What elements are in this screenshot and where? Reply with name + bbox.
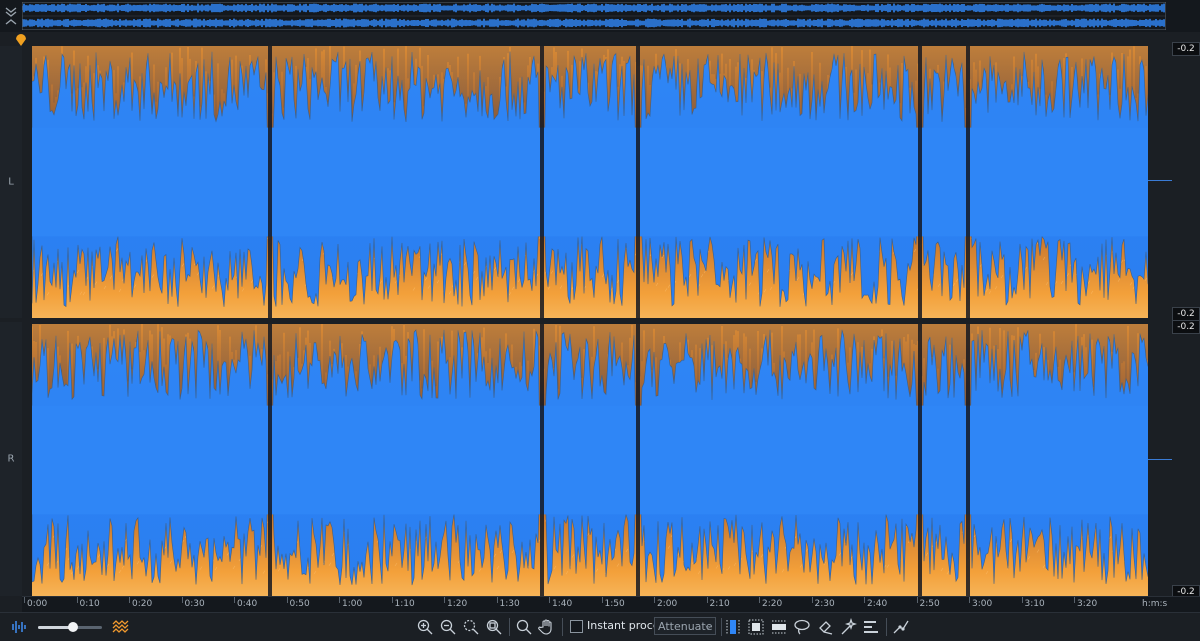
zoom-to-selection-icon[interactable]: [462, 618, 480, 636]
ruler-tick-label: 2:30: [814, 599, 835, 609]
ruler-tick: [864, 597, 865, 603]
lane-right: [22, 324, 1172, 596]
lane-left: [22, 46, 1172, 318]
ruler-tick-label: 0:40: [237, 599, 258, 609]
ruler-tick-label: 1:20: [447, 599, 468, 609]
spectrogram-view[interactable]: [22, 46, 1172, 596]
ruler-tick: [916, 597, 918, 603]
ruler-tick-label: 2:50: [919, 599, 940, 609]
ruler-tick: [654, 597, 655, 603]
ruler-tick: [129, 597, 130, 603]
waveform-view-icon[interactable]: [10, 618, 28, 636]
ruler-tick-label: 0:00: [27, 599, 48, 609]
marker-row[interactable]: [0, 32, 1200, 46]
toolbar-separator: [562, 618, 563, 636]
channel-right-text: R: [7, 453, 15, 465]
ruler-tick-label: 1:10: [394, 599, 415, 609]
ruler-tick-label: 2:40: [867, 599, 888, 609]
zoom-in-icon[interactable]: [416, 618, 434, 636]
ruler-tick-label: 1:40: [552, 599, 573, 609]
ruler-tick: [24, 597, 25, 603]
ruler-tick: [811, 597, 813, 603]
spectrogram-view-icon[interactable]: [112, 618, 130, 636]
ruler-tick: [759, 597, 760, 603]
ruler-tick: [549, 597, 550, 603]
time-ruler[interactable]: h:m:s 0:00 0:10 0:20 0:30 0:40 0:50 1:00 1:10 1:…: [22, 596, 1200, 613]
toolbar-separator: [509, 618, 510, 636]
ruler-tick-label: 1:30: [499, 599, 520, 609]
ruler-tick: [1021, 597, 1023, 603]
center-tick-left: [1148, 180, 1172, 181]
db-label-left-top: -0.2: [1172, 42, 1200, 56]
ruler-tick: [496, 597, 498, 603]
instant-process-mode-select[interactable]: Attenuate ⌵: [654, 617, 716, 635]
zoom-out-icon[interactable]: [439, 618, 457, 636]
channel-label-left: L: [0, 46, 23, 318]
ruler-tick: [444, 597, 445, 603]
ruler-tick-label: 0:20: [132, 599, 153, 609]
time-selection-tool-icon[interactable]: [724, 618, 742, 636]
ruler-tick: [181, 597, 183, 603]
ruler-tick-label: 1:50: [604, 599, 625, 609]
amplitude-scale[interactable]: -0.2 -0.2 -0.2 -0.2: [1148, 42, 1200, 599]
channel-left-text: L: [8, 176, 14, 188]
ruler-tick-label: 3:10: [1024, 599, 1045, 609]
ruler-tick: [391, 597, 393, 603]
ruler-tick-label: 2:20: [762, 599, 783, 609]
ruler-tick: [286, 597, 288, 603]
center-tick-right: [1148, 459, 1172, 460]
channel-label-right: R: [0, 322, 23, 596]
time-frequency-selection-tool-icon[interactable]: [747, 618, 765, 636]
ruler-tick-label: 0:30: [184, 599, 205, 609]
hand-tool-icon[interactable]: [538, 618, 556, 636]
db-label-left-bottom: -0.2: [1172, 307, 1200, 321]
envelope-tool-icon[interactable]: [892, 618, 910, 636]
ruler-tick-label: 3:20: [1077, 599, 1098, 609]
instant-process-checkbox[interactable]: [570, 620, 583, 633]
ruler-tick-label: 0:10: [79, 599, 100, 609]
ruler-tick: [969, 597, 970, 603]
harmonic-selection-icon[interactable]: [862, 618, 880, 636]
ruler-unit: h:m:s: [1142, 599, 1168, 609]
ruler-tick: [706, 597, 708, 603]
zoom-full-icon[interactable]: [485, 618, 503, 636]
ruler-tick: [1074, 597, 1075, 603]
ruler-tick-label: 2:00: [657, 599, 678, 609]
ruler-tick: [234, 597, 235, 603]
ruler-tick-label: 1:00: [342, 599, 363, 609]
ruler-tick: [339, 597, 340, 603]
zoom-tool-icon[interactable]: [515, 618, 533, 636]
ruler-tick-label: 3:00: [972, 599, 993, 609]
brush-tool-icon[interactable]: [816, 618, 834, 636]
playhead-marker-icon[interactable]: [15, 34, 27, 46]
overview-strip[interactable]: [0, 0, 1200, 33]
magic-wand-tool-icon[interactable]: [839, 617, 858, 636]
waveform-spectrogram-blend-slider[interactable]: [38, 622, 102, 632]
ruler-tick-label: 2:10: [709, 599, 730, 609]
blend-slider-knob[interactable]: [68, 622, 79, 632]
chevron-down-icon: ⌵: [705, 622, 712, 632]
lasso-tool-icon[interactable]: [793, 618, 811, 636]
toolbar-separator: [886, 618, 887, 636]
bottom-toolbar: Instant process Attenuate ⌵: [0, 612, 1200, 641]
ruler-tick: [601, 597, 603, 603]
overview-waveform[interactable]: [22, 2, 1166, 30]
collapse-chevrons-icon[interactable]: [3, 5, 19, 27]
db-label-right-top: -0.2: [1172, 320, 1200, 334]
frequency-selection-tool-icon[interactable]: [770, 618, 788, 636]
ruler-tick-label: 0:50: [289, 599, 310, 609]
ruler-tick: [76, 597, 78, 603]
toolbar-separator: [721, 618, 722, 636]
